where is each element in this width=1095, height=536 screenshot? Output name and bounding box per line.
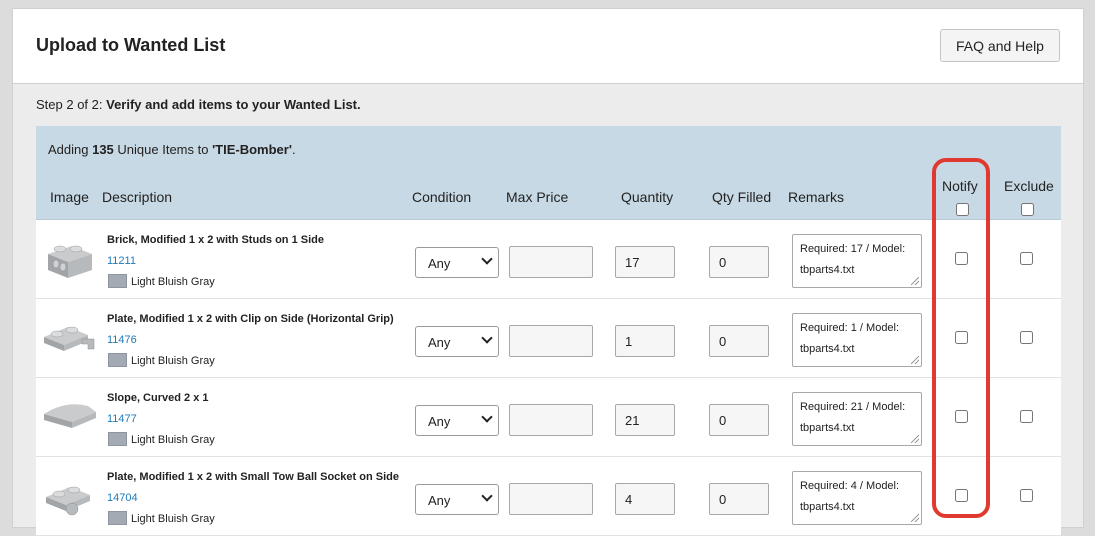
exclude-checkbox[interactable]	[1020, 331, 1033, 344]
summary-prefix: Adding	[48, 142, 93, 157]
item-number-link[interactable]: 11476	[107, 334, 137, 346]
qty-filled-input[interactable]: 0	[709, 404, 769, 436]
col-condition: Condition	[412, 189, 472, 205]
resize-handle-icon[interactable]	[911, 277, 919, 285]
condition-select[interactable]: Any	[415, 405, 499, 436]
card-header: Upload to Wanted List FAQ and Help	[13, 9, 1083, 84]
condition-value: Any	[428, 256, 451, 271]
notify-checkbox[interactable]	[955, 489, 968, 502]
item-description: Slope, Curved 2 x 1	[107, 392, 209, 404]
notify-checkbox[interactable]	[955, 410, 968, 423]
page-title: Upload to Wanted List	[36, 35, 226, 55]
wanted-items-table: Adding 135 Unique Items to 'TIE-Bomber'.…	[36, 126, 1061, 536]
quantity-input[interactable]: 17	[615, 246, 675, 278]
col-image: Image	[50, 189, 89, 205]
exclude-all-checkbox[interactable]	[1021, 203, 1034, 216]
item-color: Light Bluish Gray	[131, 513, 215, 525]
color-swatch	[108, 432, 127, 446]
resize-handle-icon[interactable]	[911, 514, 919, 522]
remarks-line: tbparts4.txt	[800, 264, 855, 276]
remarks-textarea[interactable]: Required: 17 / Model: tbparts4.txt	[792, 234, 922, 288]
remarks-line: Required: 17 / Model:	[800, 243, 906, 255]
remarks-textarea[interactable]: Required: 4 / Model: tbparts4.txt	[792, 471, 922, 525]
notify-checkbox[interactable]	[955, 331, 968, 344]
condition-value: Any	[428, 335, 451, 350]
condition-select[interactable]: Any	[415, 247, 499, 278]
condition-value: Any	[428, 493, 451, 508]
summary-suffix: .	[291, 142, 296, 157]
slope-icon	[44, 404, 96, 428]
upload-card: Upload to Wanted List FAQ and Help Step …	[12, 8, 1084, 536]
max-price-input[interactable]	[509, 325, 593, 357]
exclude-checkbox[interactable]	[1020, 252, 1033, 265]
table-row: Plate, Modified 1 x 2 with Small Tow Bal…	[36, 457, 1061, 536]
remarks-line: tbparts4.txt	[800, 422, 855, 434]
summary-middle: Unique Items to	[113, 142, 213, 157]
plate-clip-icon	[44, 326, 95, 351]
condition-select[interactable]: Any	[415, 326, 499, 357]
item-color: Light Bluish Gray	[131, 355, 215, 367]
remarks-line: tbparts4.txt	[800, 343, 855, 355]
max-price-input[interactable]	[509, 246, 593, 278]
step-prefix: Step 2 of 2:	[36, 97, 107, 112]
summary-list-name: 'TIE-Bomber'	[212, 142, 292, 157]
col-description: Description	[102, 189, 173, 205]
item-number-link[interactable]: 14704	[107, 492, 138, 504]
item-number-link[interactable]: 11477	[107, 413, 137, 425]
remarks-line: Required: 21 / Model:	[800, 401, 906, 413]
item-description: Plate, Modified 1 x 2 with Small Tow Bal…	[107, 471, 399, 483]
chevron-down-icon	[481, 490, 493, 502]
remarks-textarea[interactable]: Required: 1 / Model: tbparts4.txt	[792, 313, 922, 367]
chevron-down-icon	[481, 253, 493, 265]
column-headers: Image Description Condition Max Price Qu…	[36, 172, 1061, 220]
table-row: Brick, Modified 1 x 2 with Studs on 1 Si…	[36, 220, 1061, 299]
notify-checkbox[interactable]	[955, 252, 968, 265]
faq-help-button[interactable]: FAQ and Help	[940, 29, 1060, 62]
color-swatch	[108, 353, 127, 367]
condition-select[interactable]: Any	[415, 484, 499, 515]
remarks-line: Required: 1 / Model:	[800, 322, 900, 334]
summary-count: 135	[92, 142, 114, 157]
exclude-checkbox[interactable]	[1020, 410, 1033, 423]
table-row: Plate, Modified 1 x 2 with Clip on Side …	[36, 299, 1061, 378]
exclude-checkbox[interactable]	[1020, 489, 1033, 502]
step-instruction: Verify and add items to your Wanted List…	[106, 97, 361, 112]
remarks-line: Required: 4 / Model:	[800, 480, 900, 492]
item-description: Plate, Modified 1 x 2 with Clip on Side …	[107, 313, 394, 325]
item-number-link[interactable]: 11211	[107, 255, 136, 267]
color-swatch	[108, 274, 127, 288]
col-max-price: Max Price	[506, 189, 569, 205]
col-remarks: Remarks	[788, 189, 845, 205]
col-quantity: Quantity	[621, 189, 674, 205]
qty-filled-input[interactable]: 0	[709, 246, 769, 278]
item-color: Light Bluish Gray	[131, 276, 215, 288]
quantity-input[interactable]: 21	[615, 404, 675, 436]
resize-handle-icon[interactable]	[911, 435, 919, 443]
plate-socket-icon	[46, 486, 90, 516]
brick-icon	[48, 245, 92, 278]
quantity-input[interactable]: 1	[615, 325, 675, 357]
remarks-textarea[interactable]: Required: 21 / Model: tbparts4.txt	[792, 392, 922, 446]
col-notify: Notify	[942, 178, 978, 194]
table-row: Slope, Curved 2 x 1 11477 Light Bluish G…	[36, 378, 1061, 457]
color-swatch	[108, 511, 127, 525]
step-indicator: Step 2 of 2: Verify and add items to you…	[36, 97, 361, 112]
max-price-input[interactable]	[509, 483, 593, 515]
qty-filled-input[interactable]: 0	[709, 483, 769, 515]
notify-all-checkbox[interactable]	[956, 203, 969, 216]
item-description: Brick, Modified 1 x 2 with Studs on 1 Si…	[107, 234, 324, 246]
chevron-down-icon	[481, 332, 493, 344]
item-color: Light Bluish Gray	[131, 434, 215, 446]
qty-filled-input[interactable]: 0	[709, 325, 769, 357]
condition-value: Any	[428, 414, 451, 429]
summary-bar: Adding 135 Unique Items to 'TIE-Bomber'.	[36, 126, 1061, 172]
col-exclude: Exclude	[1004, 178, 1054, 194]
chevron-down-icon	[481, 411, 493, 423]
remarks-line: tbparts4.txt	[800, 501, 855, 513]
resize-handle-icon[interactable]	[911, 356, 919, 364]
quantity-input[interactable]: 4	[615, 483, 675, 515]
max-price-input[interactable]	[509, 404, 593, 436]
col-qty-filled: Qty Filled	[712, 189, 772, 205]
